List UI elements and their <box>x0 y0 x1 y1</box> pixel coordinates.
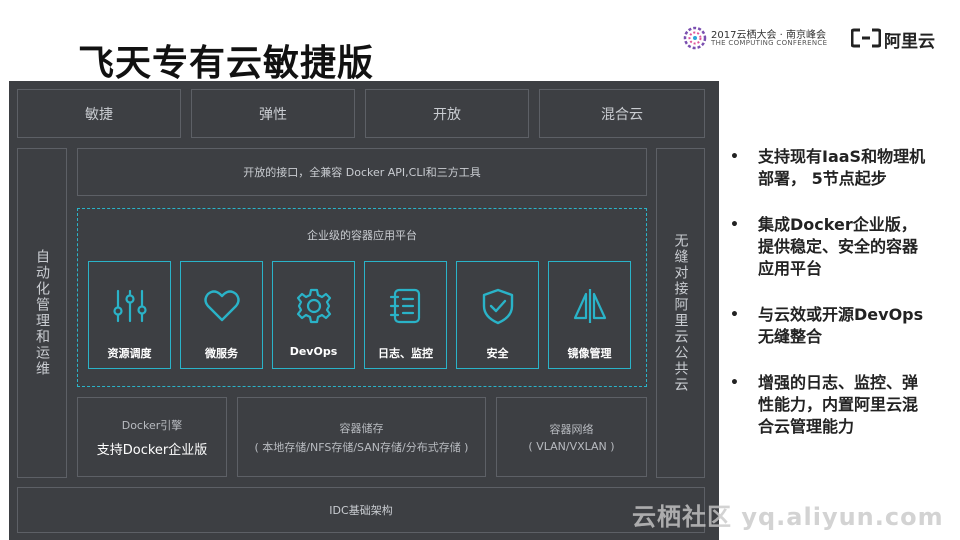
docker-engine-subtitle: 支持Docker企业版 <box>96 442 208 458</box>
api-bar: 开放的接口，全兼容 Docker API,CLI和三方工具 <box>77 148 647 196</box>
bullet-dot: • <box>730 375 739 391</box>
conference-subtitle: THE COMPUTING CONFERENCE <box>711 39 828 47</box>
card-microservices: 微服务 <box>180 261 263 369</box>
page-title: 飞天专有云敏捷版 <box>78 43 375 84</box>
card-label: 日志、监控 <box>378 347 433 360</box>
right-column-box: 无缝对接阿里云公共云 <box>656 148 705 478</box>
gear-icon <box>296 288 332 324</box>
feature-text-line: 提供稳定、安全的容器 <box>758 237 919 256</box>
watermark: 云栖社区 yq.aliyun.com <box>632 503 944 531</box>
card-resource-scheduling: 资源调度 <box>88 261 171 369</box>
container-storage-title: 容器储存 <box>339 421 384 435</box>
card-image-management: 镜像管理 <box>548 261 631 369</box>
card-logging-monitoring: 日志、监控 <box>364 261 447 369</box>
card-label: 微服务 <box>205 347 238 360</box>
left-column-box: 自动化管理和运维 <box>17 148 67 478</box>
right-column-label: 无缝对接阿里云公共云 <box>672 233 689 393</box>
heart-icon <box>204 290 240 322</box>
feature-item: • 集成Docker企业版， 提供稳定、安全的容器 应用平台 <box>728 214 953 280</box>
docker-engine-title: Docker引擎 <box>121 418 183 432</box>
mirror-icon <box>573 289 607 323</box>
feature-item: • 与云效或开源DevOps 无缝整合 <box>728 304 953 348</box>
feature-text-line: 性能力，内置阿里云混 <box>758 395 919 414</box>
feature-text-line: 增强的日志、监控、弹 <box>758 373 919 392</box>
feature-text-line: 无缝整合 <box>758 327 823 346</box>
container-storage-detail: ( 本地存储/NFS存储/SAN存储/分布式存储 ) <box>254 440 469 454</box>
feature-list: • 支持现有IaaS和物理机 部署， 5节点起步 • 集成Docker企业版， … <box>728 146 953 438</box>
card-label: 资源调度 <box>107 347 152 360</box>
sliders-icon <box>113 289 147 323</box>
bullet-dot: • <box>730 217 739 233</box>
aliyun-logo-text: 阿里云 <box>884 32 935 52</box>
shield-check-icon <box>482 288 514 325</box>
feature-text-line: 部署， 5节点起步 <box>758 169 887 188</box>
conference-logo: 2017云栖大会 · 南京峰会 THE COMPUTING CONFERENCE <box>683 25 833 51</box>
aliyun-bracket-icon <box>851 28 881 48</box>
card-security: 安全 <box>456 261 539 369</box>
feature-text-line: 应用平台 <box>758 259 823 278</box>
bullet-dot: • <box>730 307 739 323</box>
top-box-hybrid-cloud: 混合云 <box>539 89 705 138</box>
container-network-title: 容器网络 <box>549 423 594 436</box>
card-label: DevOps <box>289 345 338 358</box>
architecture-diagram: 敏捷 弹性 开放 混合云 自动化管理和运维 无缝对接阿里云公共云 开放的接口，全… <box>9 81 719 540</box>
card-label: 安全 <box>486 347 509 360</box>
container-platform: 企业级的容器应用平台 资源调度 微服务 DevOps 日志、监控 安全 镜像管理 <box>77 208 647 387</box>
idc-infrastructure-box: IDC基础架构 <box>17 487 705 533</box>
container-storage-box: 容器储存 ( 本地存储/NFS存储/SAN存储/分布式存储 ) <box>237 397 486 477</box>
notebook-icon <box>389 288 421 324</box>
conference-mark-icon <box>683 26 707 50</box>
container-network-box: 容器网络 ( VLAN/VXLAN ) <box>496 397 647 477</box>
top-box-elastic: 弹性 <box>191 89 355 138</box>
docker-engine-box: Docker引擎 支持Docker企业版 <box>77 397 227 477</box>
feature-text-line: 支持现有IaaS和物理机 <box>758 147 926 166</box>
bullet-dot: • <box>730 149 739 165</box>
top-box-open: 开放 <box>365 89 529 138</box>
feature-text-line: 合云管理能力 <box>758 417 855 436</box>
top-box-agile: 敏捷 <box>17 89 181 138</box>
feature-text-line: 与云效或开源DevOps <box>758 305 924 324</box>
left-column-label: 自动化管理和运维 <box>34 249 50 377</box>
feature-text-line: 集成Docker企业版， <box>758 215 917 234</box>
feature-item: • 增强的日志、监控、弹 性能力，内置阿里云混 合云管理能力 <box>728 372 953 438</box>
platform-title: 企业级的容器应用平台 <box>307 229 417 242</box>
card-devops: DevOps <box>272 261 355 369</box>
card-label: 镜像管理 <box>567 347 612 360</box>
feature-item: • 支持现有IaaS和物理机 部署， 5节点起步 <box>728 146 953 190</box>
container-network-detail: ( VLAN/VXLAN ) <box>528 440 615 453</box>
